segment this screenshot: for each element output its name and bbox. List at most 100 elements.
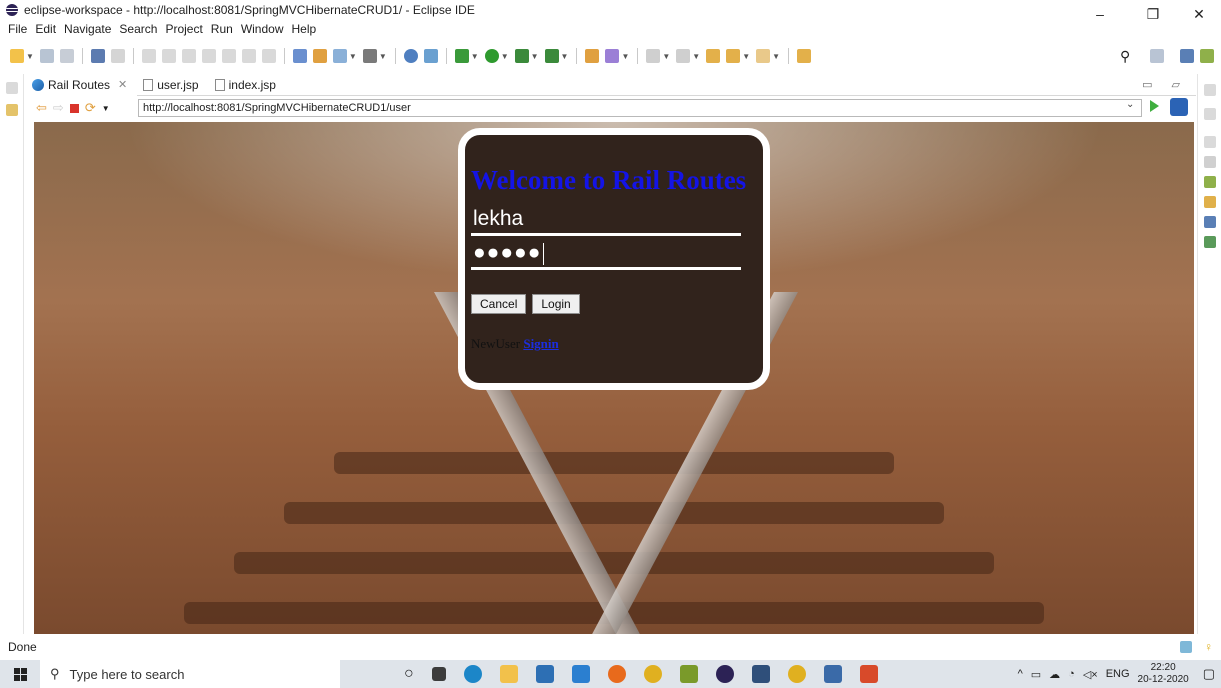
tab-rail-routes[interactable]: Rail Routes ✕ bbox=[26, 73, 138, 96]
battery-icon[interactable]: ▭ bbox=[1031, 668, 1041, 681]
step-return-icon[interactable] bbox=[261, 49, 276, 63]
menu-run[interactable]: Run bbox=[211, 22, 233, 36]
pin-editor-icon[interactable] bbox=[797, 49, 812, 63]
menu-project[interactable]: Project bbox=[165, 22, 202, 36]
properties-icon[interactable] bbox=[1204, 156, 1216, 168]
java-ee-perspective-icon[interactable] bbox=[1180, 49, 1194, 63]
next-annotation-dropdown-icon[interactable]: ▼ bbox=[662, 52, 670, 61]
start-button[interactable] bbox=[0, 660, 40, 688]
pen-icon[interactable] bbox=[605, 49, 620, 63]
link-icon[interactable] bbox=[423, 49, 438, 63]
volume-icon[interactable]: ◁× bbox=[1083, 668, 1098, 681]
notes-icon[interactable] bbox=[823, 665, 842, 683]
deploy-icon[interactable] bbox=[332, 49, 347, 63]
servers-icon[interactable] bbox=[1204, 176, 1216, 188]
file-explorer-icon[interactable] bbox=[499, 665, 518, 683]
back-arrow-icon[interactable]: ⇦ bbox=[36, 100, 47, 116]
coverage-dropdown-icon[interactable]: ▼ bbox=[531, 52, 539, 61]
server-icon[interactable] bbox=[292, 49, 307, 63]
refresh-dropdown-icon[interactable]: ▼ bbox=[102, 104, 110, 113]
notifications-icon[interactable]: ▢ bbox=[1203, 666, 1215, 682]
stop-icon[interactable] bbox=[69, 103, 79, 113]
maximize-button[interactable]: ❐ bbox=[1130, 0, 1176, 28]
cortana-icon[interactable]: ○ bbox=[404, 665, 414, 683]
search-icon[interactable]: ⚲ bbox=[1120, 48, 1130, 65]
tab-user-jsp[interactable]: user.jsp bbox=[137, 74, 208, 96]
next-annotation-icon[interactable] bbox=[646, 49, 661, 63]
pen-dropdown-icon[interactable]: ▼ bbox=[621, 52, 629, 61]
open-external-browser-icon[interactable] bbox=[1170, 98, 1188, 116]
signin-link[interactable]: Signin bbox=[523, 336, 558, 351]
outline-icon[interactable] bbox=[1204, 108, 1216, 120]
chrome-icon[interactable] bbox=[643, 665, 662, 683]
refresh-icon[interactable]: ⟳ bbox=[85, 100, 96, 116]
new-dropdown-icon[interactable]: ▼ bbox=[26, 52, 34, 61]
close-window-button[interactable]: ✕ bbox=[1176, 0, 1221, 28]
step-over-icon[interactable] bbox=[241, 49, 256, 63]
menu-edit[interactable]: Edit bbox=[35, 22, 56, 36]
store-icon[interactable] bbox=[535, 665, 554, 683]
package-icon[interactable] bbox=[312, 49, 327, 63]
cancel-button[interactable]: Cancel bbox=[471, 294, 527, 314]
menu-help[interactable]: Help bbox=[292, 22, 317, 36]
run-icon[interactable] bbox=[484, 49, 499, 63]
taskbar-search[interactable]: ⚲ Type here to search bbox=[40, 660, 340, 688]
settings-icon[interactable] bbox=[362, 49, 377, 63]
resume-icon[interactable] bbox=[141, 49, 156, 63]
go-icon[interactable] bbox=[1150, 100, 1159, 112]
wifi-icon[interactable]: ◔ bbox=[1068, 668, 1075, 680]
globe-icon[interactable] bbox=[403, 49, 418, 63]
terminate-icon[interactable] bbox=[181, 49, 196, 63]
open-perspective-icon[interactable] bbox=[1150, 49, 1164, 63]
close-tab-icon[interactable]: ✕ bbox=[118, 78, 127, 91]
debug-dropdown-icon[interactable]: ▼ bbox=[471, 52, 479, 61]
menu-window[interactable]: Window bbox=[241, 22, 284, 36]
project-explorer-icon[interactable] bbox=[6, 104, 18, 116]
run-dropdown-icon[interactable]: ▼ bbox=[501, 52, 509, 61]
firefox-icon[interactable] bbox=[607, 665, 626, 683]
mysql-icon[interactable] bbox=[751, 665, 770, 683]
clock[interactable]: 22:20 20-12-2020 bbox=[1138, 662, 1189, 686]
edge-icon[interactable] bbox=[463, 665, 482, 683]
office-icon[interactable] bbox=[859, 665, 878, 683]
debug-icon[interactable] bbox=[454, 49, 469, 63]
last-edit-icon[interactable] bbox=[706, 49, 721, 63]
settings-dropdown-icon[interactable]: ▼ bbox=[379, 52, 387, 61]
open-type-icon[interactable] bbox=[585, 49, 600, 63]
minimize-button[interactable]: – bbox=[1077, 0, 1123, 28]
snippets-icon[interactable] bbox=[1204, 216, 1216, 228]
prev-annotation-dropdown-icon[interactable]: ▼ bbox=[692, 52, 700, 61]
minimize-maximize-icons[interactable]: ▭ ▱ bbox=[1142, 78, 1188, 91]
console-icon[interactable] bbox=[1204, 236, 1216, 248]
username-field[interactable]: lekha bbox=[471, 206, 741, 236]
java-perspective-icon[interactable] bbox=[1200, 49, 1214, 63]
task-view-icon[interactable] bbox=[431, 667, 446, 681]
language-indicator[interactable]: ENG bbox=[1106, 668, 1130, 680]
tip-icon[interactable]: ♀ bbox=[1204, 640, 1213, 654]
terminal-icon[interactable] bbox=[90, 49, 105, 63]
progress-icon[interactable] bbox=[1180, 641, 1192, 653]
external-tools-dropdown-icon[interactable]: ▼ bbox=[561, 52, 569, 61]
tab-index-jsp[interactable]: index.jsp bbox=[209, 74, 286, 96]
login-button[interactable]: Login bbox=[532, 294, 580, 314]
save-icon[interactable] bbox=[39, 49, 54, 63]
minimize-view-icon[interactable] bbox=[1204, 136, 1216, 148]
prev-annotation-icon[interactable] bbox=[676, 49, 691, 63]
forward-arrow-icon[interactable]: ⇨ bbox=[53, 100, 64, 116]
chrome-2-icon[interactable] bbox=[787, 665, 806, 683]
url-history-dropdown-icon[interactable]: ⌄ bbox=[1126, 99, 1134, 110]
suspend-icon[interactable] bbox=[161, 49, 176, 63]
external-tools-icon[interactable] bbox=[544, 49, 559, 63]
data-source-icon[interactable] bbox=[1204, 196, 1216, 208]
skip-breakpoints-icon[interactable] bbox=[110, 49, 125, 63]
menu-file[interactable]: File bbox=[8, 22, 27, 36]
menu-navigate[interactable]: Navigate bbox=[64, 22, 111, 36]
step-into-icon[interactable] bbox=[221, 49, 236, 63]
deploy-dropdown-icon[interactable]: ▼ bbox=[349, 52, 357, 61]
back-icon[interactable] bbox=[726, 49, 741, 63]
restore-right-icon[interactable] bbox=[1204, 84, 1216, 96]
restore-icon[interactable] bbox=[6, 82, 18, 94]
coverage-icon[interactable] bbox=[514, 49, 529, 63]
eclipse-taskbar-icon[interactable] bbox=[715, 665, 734, 683]
forward-dropdown-icon[interactable]: ▼ bbox=[772, 52, 780, 61]
